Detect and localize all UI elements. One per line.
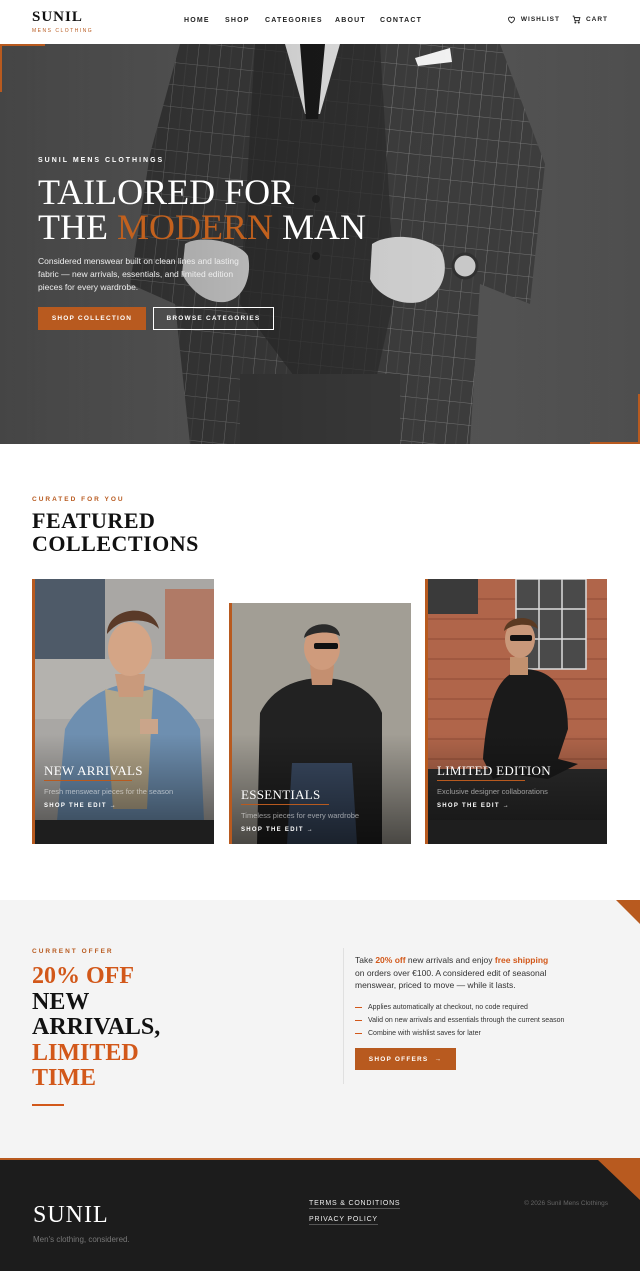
privacy-link[interactable]: PRIVACY POLICY xyxy=(309,1216,378,1225)
nav-home[interactable]: HOME xyxy=(184,17,210,24)
card-underline xyxy=(437,780,525,781)
cart-label: CART xyxy=(585,16,608,23)
nav-contact[interactable]: CONTACT xyxy=(380,17,422,24)
card-title: LIMITED EDITION xyxy=(437,763,551,778)
wishlist-link[interactable]: WISHLIST xyxy=(507,15,560,24)
offer-text-c: on orders over €100. A considered edit o… xyxy=(355,967,547,991)
nav-categories[interactable]: CATEGORIES xyxy=(265,17,323,24)
card-underline xyxy=(241,804,329,805)
offer-corner-accent xyxy=(616,900,640,924)
featured-title-line2: COLLECTIONS xyxy=(32,531,199,556)
card-bar xyxy=(35,820,214,844)
shop-collection-button[interactable]: SHOP COLLECTION xyxy=(38,307,146,330)
offer-text-ship: free shipping xyxy=(494,955,549,965)
offer-bullet-text: Combine with wishlist saves for later xyxy=(368,1030,481,1037)
hero-section: SUNIL MENS CLOTHINGS TAILORED FOR THE MO… xyxy=(0,44,640,444)
collection-card-new-arrivals[interactable]: NEW ARRIVALS Fresh menswear pieces for t… xyxy=(32,579,214,844)
offer-title-percent: 20% OFF xyxy=(32,963,134,989)
footer-links: TERMS & CONDITIONS PRIVACY POLICY xyxy=(309,1200,401,1232)
featured-title: FEATURED COLLECTIONS xyxy=(32,509,199,555)
hero-title-line1: TAILORED FOR xyxy=(38,172,295,212)
offer-text-pct: 20% off xyxy=(375,955,406,965)
offer-rule xyxy=(32,1104,64,1106)
hero-eyebrow: SUNIL MENS CLOTHINGS xyxy=(38,157,165,164)
card-title: NEW ARRIVALS xyxy=(44,763,143,778)
card-shop-link[interactable]: SHOP THE EDIT → xyxy=(437,803,510,809)
header-actions: WISHLIST CART xyxy=(507,15,608,24)
wishlist-label: WISHLIST xyxy=(520,16,560,23)
footer-copyright: © 2026 Sunil Mens Clothings xyxy=(524,1200,608,1207)
footer-brand[interactable]: SUNIL xyxy=(33,1202,109,1229)
offer-title-arrivals: ARRIVALS, xyxy=(32,1014,161,1040)
offer-title-time: TIME xyxy=(32,1065,97,1091)
featured-eyebrow: CURATED FOR YOU xyxy=(32,496,125,503)
offer-bullets: Applies automatically at checkout, no co… xyxy=(355,1001,564,1040)
terms-link[interactable]: TERMS & CONDITIONS xyxy=(309,1200,401,1209)
offer-title-limited: LIMITED xyxy=(32,1039,139,1066)
card-underline xyxy=(44,780,132,781)
dash-icon xyxy=(355,1020,362,1021)
offer-eyebrow: CURRENT OFFER xyxy=(32,948,114,955)
offer-section: CURRENT OFFER 20% OFF NEW ARRIVALS, LIMI… xyxy=(0,900,640,1158)
nav-shop[interactable]: SHOP xyxy=(225,17,250,24)
dash-icon xyxy=(355,1033,362,1034)
offer-description: Take 20% off new arrivals and enjoy free… xyxy=(355,954,560,992)
site-footer: SUNIL Men's clothing, considered. TERMS … xyxy=(0,1158,640,1271)
offer-bullet: Combine with wishlist saves for later xyxy=(355,1027,564,1040)
offer-text-a: Take xyxy=(355,955,376,965)
hero-title-the: THE xyxy=(38,207,117,247)
offer-bullet-text: Valid on new arrivals and essentials thr… xyxy=(368,1017,565,1024)
offer-bullet: Valid on new arrivals and essentials thr… xyxy=(355,1014,564,1027)
featured-title-line1: FEATURED xyxy=(32,508,156,533)
offer-title-new: NEW xyxy=(32,988,90,1015)
hero-title: TAILORED FOR THE MODERN MAN xyxy=(38,172,367,247)
collection-card-limited-edition[interactable]: LIMITED EDITION Exclusive designer colla… xyxy=(425,579,607,844)
footer-corner-accent xyxy=(598,1160,640,1200)
hero-description: Considered menswear built on clean lines… xyxy=(38,256,239,292)
offer-divider xyxy=(343,948,344,1084)
card-shop-link[interactable]: SHOP THE EDIT → xyxy=(241,827,314,833)
offer-bullet: Applies automatically at checkout, no co… xyxy=(355,1001,564,1014)
brand-name: SUNIL xyxy=(32,9,83,25)
card-subtitle: Fresh menswear pieces for the season xyxy=(44,787,174,796)
card-title: ESSENTIALS xyxy=(241,787,321,802)
card-subtitle: Timeless pieces for every wardrobe xyxy=(241,811,360,820)
site-header: SUNIL MENS CLOTHING HOME SHOP CATEGORIES… xyxy=(0,0,640,44)
cart-link[interactable]: CART xyxy=(572,15,608,24)
card-bar xyxy=(428,820,607,844)
offer-bullet-text: Applies automatically at checkout, no co… xyxy=(368,1004,528,1011)
offer-title: 20% OFF NEW ARRIVALS, LIMITED TIME xyxy=(32,963,161,1092)
dash-icon xyxy=(355,1007,362,1008)
card-shop-link[interactable]: SHOP THE EDIT → xyxy=(44,803,117,809)
browse-categories-button[interactable]: BROWSE CATEGORIES xyxy=(153,307,274,330)
cart-icon xyxy=(572,15,581,24)
brand-logo[interactable]: SUNIL MENS CLOTHING xyxy=(32,9,94,35)
offer-text-b: new arrivals and enjoy xyxy=(405,955,495,965)
footer-tagline: Men's clothing, considered. xyxy=(33,1235,130,1244)
brand-subtitle: MENS CLOTHING xyxy=(32,28,94,34)
collection-card-essentials[interactable]: ESSENTIALS Timeless pieces for every war… xyxy=(229,603,411,844)
hero-title-man: MAN xyxy=(273,207,367,247)
nav-about[interactable]: ABOUT xyxy=(335,17,366,24)
heart-icon xyxy=(507,16,515,24)
hero-title-accent: MODERN xyxy=(116,207,273,247)
card-subtitle: Exclusive designer collaborations xyxy=(437,787,548,796)
shop-offers-button[interactable]: SHOP OFFERS → xyxy=(355,1048,456,1070)
